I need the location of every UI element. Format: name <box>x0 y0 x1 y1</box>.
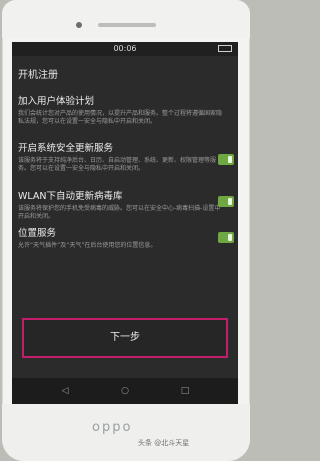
section-title: 加入用户体验计划 <box>18 96 95 107</box>
watermark: 头条 @北斗天星 <box>138 439 190 447</box>
section-location: 位置服务 允许“天气插件”及“天气”在后台使用您的位置信息。 <box>18 228 223 250</box>
section-title: 开启系统安全更新服务 <box>18 143 114 154</box>
section-security-updates: 开启系统安全更新服务 该服务将于支持纯净后台、日历、自启动管理、系统、更新、权限… <box>18 143 223 173</box>
section-description: 该服务将于支持纯净后台、日历、自启动管理、系统、更新、权限管理等服务。您可以在设… <box>18 157 217 172</box>
next-button[interactable]: 下一步 <box>22 318 228 358</box>
toggle-security-updates[interactable] <box>218 154 234 165</box>
recent-apps-icon[interactable]: □ <box>180 386 190 396</box>
earpiece-speaker <box>98 23 156 27</box>
section-user-experience: 加入用户体验计划 我们会统计您对产品的使用情况，以提升产品和服务。整个过程将遵循… <box>18 96 223 126</box>
toggle-location[interactable] <box>218 232 234 243</box>
status-time: 00:06 <box>113 44 137 53</box>
section-description: 允许“天气插件”及“天气”在后台使用您的位置信息。 <box>18 242 157 249</box>
home-icon[interactable]: ○ <box>120 386 130 396</box>
phone-screen: 00:06 开机注册 加入用户体验计划 我们会统计您对产品的使用情况，以提升产品… <box>12 42 238 404</box>
status-bar: 00:06 <box>12 42 238 56</box>
phone-top-bezel <box>2 0 250 38</box>
phone-bottom-bezel: oppo 头条 @北斗天星 <box>2 404 250 461</box>
page-title: 开机注册 <box>18 70 58 81</box>
section-description: 我们会统计您对产品的使用情况，以提升产品和服务。整个过程将遵循国家隐私法规，您可… <box>18 110 223 125</box>
navigation-bar: ◁ ○ □ <box>12 378 238 404</box>
section-wlan-virus-db: WLAN下自动更新病毒库 该服务将保护您的手机免受病毒的威胁。您可以在安全中心-… <box>18 191 223 221</box>
back-icon[interactable]: ◁ <box>60 386 70 396</box>
section-title: 位置服务 <box>18 228 57 239</box>
toggle-wlan-virus-db[interactable] <box>218 196 234 207</box>
brand-logo: oppo <box>92 420 133 435</box>
front-camera-icon <box>76 22 82 28</box>
section-title: WLAN下自动更新病毒库 <box>18 191 123 202</box>
phone-frame: 00:06 开机注册 加入用户体验计划 我们会统计您对产品的使用情况，以提升产品… <box>2 0 250 461</box>
battery-icon <box>218 45 232 52</box>
section-description: 该服务将保护您的手机免受病毒的威胁。您可以在安全中心-病毒扫描-设置中开启和关闭… <box>18 205 221 220</box>
